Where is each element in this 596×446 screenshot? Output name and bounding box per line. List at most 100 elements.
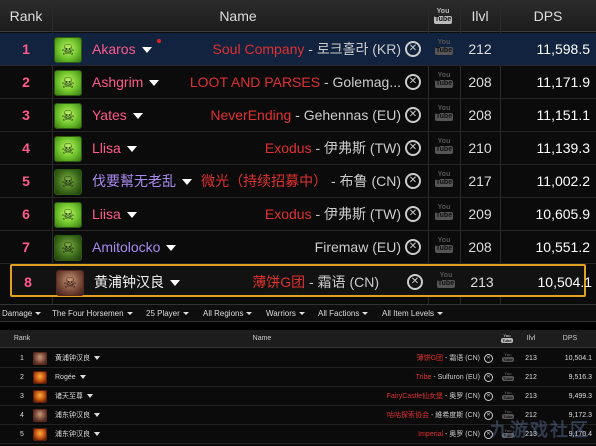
player-name[interactable]: Rogée (55, 368, 145, 387)
dps-column-header[interactable]: DPS (548, 330, 592, 348)
armory-link-icon[interactable]: ✕ (405, 173, 421, 189)
youtube-icon[interactable]: You Tube (430, 138, 458, 160)
table-row[interactable]: 1 ☠ Akaros Soul Company - 로크홀라 (KR) ✕ You Tube… (0, 33, 596, 66)
table-row[interactable]: 1 黄浦钟汉良 薄饼G团 - 霜语 (CN) ✕ You Tube 213 10,504.1 (0, 349, 596, 368)
character-avatar[interactable]: ☠ (54, 70, 82, 96)
armory-link-icon[interactable]: ✕ (407, 274, 423, 290)
guild-name[interactable]: Soul Company (213, 41, 305, 57)
guild-server[interactable]: LOOT AND PARSES - Golemag... (181, 66, 401, 99)
armory-link-icon[interactable]: ✕ (405, 140, 421, 156)
character-avatar[interactable] (33, 371, 47, 384)
guild-server[interactable]: 咕咕探索协会 - 維希度斯 (CN) (280, 406, 480, 425)
player-name[interactable]: 诸天至尊 (55, 387, 145, 406)
guild-name[interactable]: 咕咕探索协会 (387, 412, 429, 419)
guild-name[interactable]: Tribe (416, 374, 432, 381)
chevron-down-icon[interactable] (141, 47, 152, 54)
youtube-icon[interactable]: You Tube (432, 272, 460, 294)
chevron-down-icon[interactable] (87, 394, 93, 399)
guild-name[interactable]: LOOT AND PARSES (190, 74, 320, 90)
character-avatar[interactable] (33, 409, 47, 422)
armory-link-icon[interactable]: ✕ (405, 206, 421, 222)
guild-name[interactable]: FairyCastle仙女堡 (387, 393, 443, 400)
guild-server[interactable]: FairyCastle仙女堡 - 奥罗 (CN) (280, 387, 480, 406)
armory-link-icon[interactable]: ✕ (484, 392, 493, 401)
table-row[interactable]: 6 ☠ Liisa Exodus - 伊弗斯 (TW) ✕ You Tube 209 10,60… (0, 198, 596, 231)
table-row[interactable]: 3 诸天至尊 FairyCastle仙女堡 - 奥罗 (CN) ✕ You Tube 213… (0, 387, 596, 406)
player-name[interactable]: 黄浦钟汉良 (55, 349, 145, 368)
character-avatar[interactable]: ☠ (54, 202, 82, 228)
chevron-down-icon[interactable] (132, 113, 143, 120)
youtube-icon[interactable]: You Tube (430, 72, 458, 94)
guild-server[interactable]: 微光（持续招募中） - 布鲁 (CN) (181, 165, 401, 198)
chevron-down-icon[interactable] (94, 356, 100, 361)
armory-link-icon[interactable]: ✕ (484, 373, 493, 382)
guild-server[interactable]: Exodus - 伊弗斯 (TW) (181, 198, 401, 231)
character-avatar[interactable]: ☠ (54, 136, 82, 162)
server-name: - Sulfuron (EU) (431, 374, 480, 381)
guild-name[interactable]: Exodus (265, 206, 312, 222)
guild-server[interactable]: NeverEnding - Gehennas (EU) (181, 99, 401, 132)
chevron-down-icon[interactable] (149, 80, 160, 87)
guild-name[interactable]: 薄饼G团 (252, 274, 305, 290)
dps-column-header[interactable]: DPS (500, 0, 596, 32)
table-row[interactable]: 4 ☠ Llisa Exodus - 伊弗斯 (TW) ✕ You Tube 210 11,13… (0, 132, 596, 165)
ilvl-column-header[interactable]: Ilvl (460, 0, 500, 32)
table-row[interactable]: 3 ☠ Yates NeverEnding - Gehennas (EU) ✕ You Tu… (0, 99, 596, 132)
chevron-down-icon[interactable] (126, 212, 137, 219)
name-column-header[interactable]: Name (44, 330, 480, 348)
filter-dropdown[interactable]: All Item Levels (382, 305, 444, 323)
filter-dropdown[interactable]: The Four Horsemen (52, 305, 133, 323)
youtube-icon[interactable]: You Tube (430, 237, 458, 259)
youtube-icon[interactable]: You Tube (430, 204, 458, 226)
guild-server[interactable]: Firemaw (EU) (181, 231, 401, 264)
player-name[interactable]: 浦东钟汉良 (55, 406, 145, 425)
filter-dropdown[interactable]: All Regions (203, 305, 253, 323)
character-avatar[interactable]: ☠ (54, 37, 82, 63)
chevron-down-icon[interactable] (79, 375, 86, 380)
armory-link-icon[interactable]: ✕ (405, 41, 421, 57)
guild-server[interactable]: 薄饼G团 - 霜语 (CN) (159, 266, 379, 299)
chevron-down-icon[interactable] (94, 432, 100, 437)
player-name[interactable]: 浦东钟汉良 (55, 425, 145, 444)
character-avatar[interactable] (33, 390, 47, 403)
table-row[interactable]: 7 ☠ Amitolocko Firemaw (EU) ✕ You Tube 208 10,55… (0, 231, 596, 264)
guild-server[interactable]: Exodus - 伊弗斯 (TW) (181, 132, 401, 165)
character-avatar[interactable]: ☠ (54, 103, 82, 129)
youtube-icon[interactable]: You Tube (430, 105, 458, 127)
guild-name[interactable]: Exodus (265, 140, 312, 156)
character-avatar[interactable] (33, 428, 47, 441)
filter-dropdown[interactable]: 25 Player (146, 305, 189, 323)
guild-name[interactable]: Imperial (418, 431, 443, 438)
guild-name[interactable]: 微光（持续招募中） (201, 173, 327, 189)
character-avatar[interactable] (33, 352, 47, 365)
character-avatar[interactable]: ☠ (54, 169, 82, 195)
guild-server[interactable]: Imperial - 奥罗 (CN) (280, 425, 480, 444)
armory-link-icon[interactable]: ✕ (405, 74, 421, 90)
name-column-header[interactable]: Name (52, 0, 424, 32)
table-row[interactable]: 2 Rogée Tribe - Sulfuron (EU) ✕ You Tube 212 9,… (0, 368, 596, 387)
table-row[interactable]: 5 ☠ 伐要幫无老乱 微光（持续招募中） - 布鲁 (CN) ✕ You Tube 217 11… (0, 165, 596, 198)
armory-link-icon[interactable]: ✕ (405, 239, 421, 255)
character-avatar[interactable]: ☠ (56, 270, 84, 296)
character-avatar[interactable]: ☠ (54, 235, 82, 261)
youtube-icon[interactable]: You Tube (430, 39, 458, 61)
guild-server[interactable]: Soul Company - 로크홀라 (KR) (181, 33, 401, 66)
filter-dropdown[interactable]: All Factions (318, 305, 369, 323)
guild-server[interactable]: 薄饼G团 - 霜语 (CN) (280, 349, 480, 368)
armory-link-icon[interactable]: ✕ (405, 107, 421, 123)
ilvl-column-header[interactable]: Ilvl (518, 330, 544, 348)
rank-column-header[interactable]: Rank (0, 0, 52, 32)
chevron-down-icon[interactable] (166, 245, 177, 252)
rank-column-header[interactable]: Rank (0, 330, 44, 348)
guild-name[interactable]: 薄饼G团 (417, 355, 443, 362)
filter-dropdown[interactable]: Warriors (266, 305, 305, 323)
armory-link-icon[interactable]: ✕ (484, 354, 493, 363)
chevron-down-icon[interactable] (94, 413, 100, 418)
guild-server[interactable]: Tribe - Sulfuron (EU) (280, 368, 480, 387)
filter-dropdown[interactable]: Damage (2, 305, 42, 323)
table-row[interactable]: 8 ☠ 黄浦钟汉良 薄饼G团 - 霜语 (CN) ✕ You Tube 213 10,504.1 (10, 264, 592, 299)
table-row[interactable]: 2 ☠ Ashgrim LOOT AND PARSES - Golemag... ✕ Yo… (0, 66, 596, 99)
guild-name[interactable]: NeverEnding (210, 107, 291, 123)
chevron-down-icon[interactable] (126, 146, 137, 153)
youtube-icon[interactable]: You Tube (430, 171, 458, 193)
